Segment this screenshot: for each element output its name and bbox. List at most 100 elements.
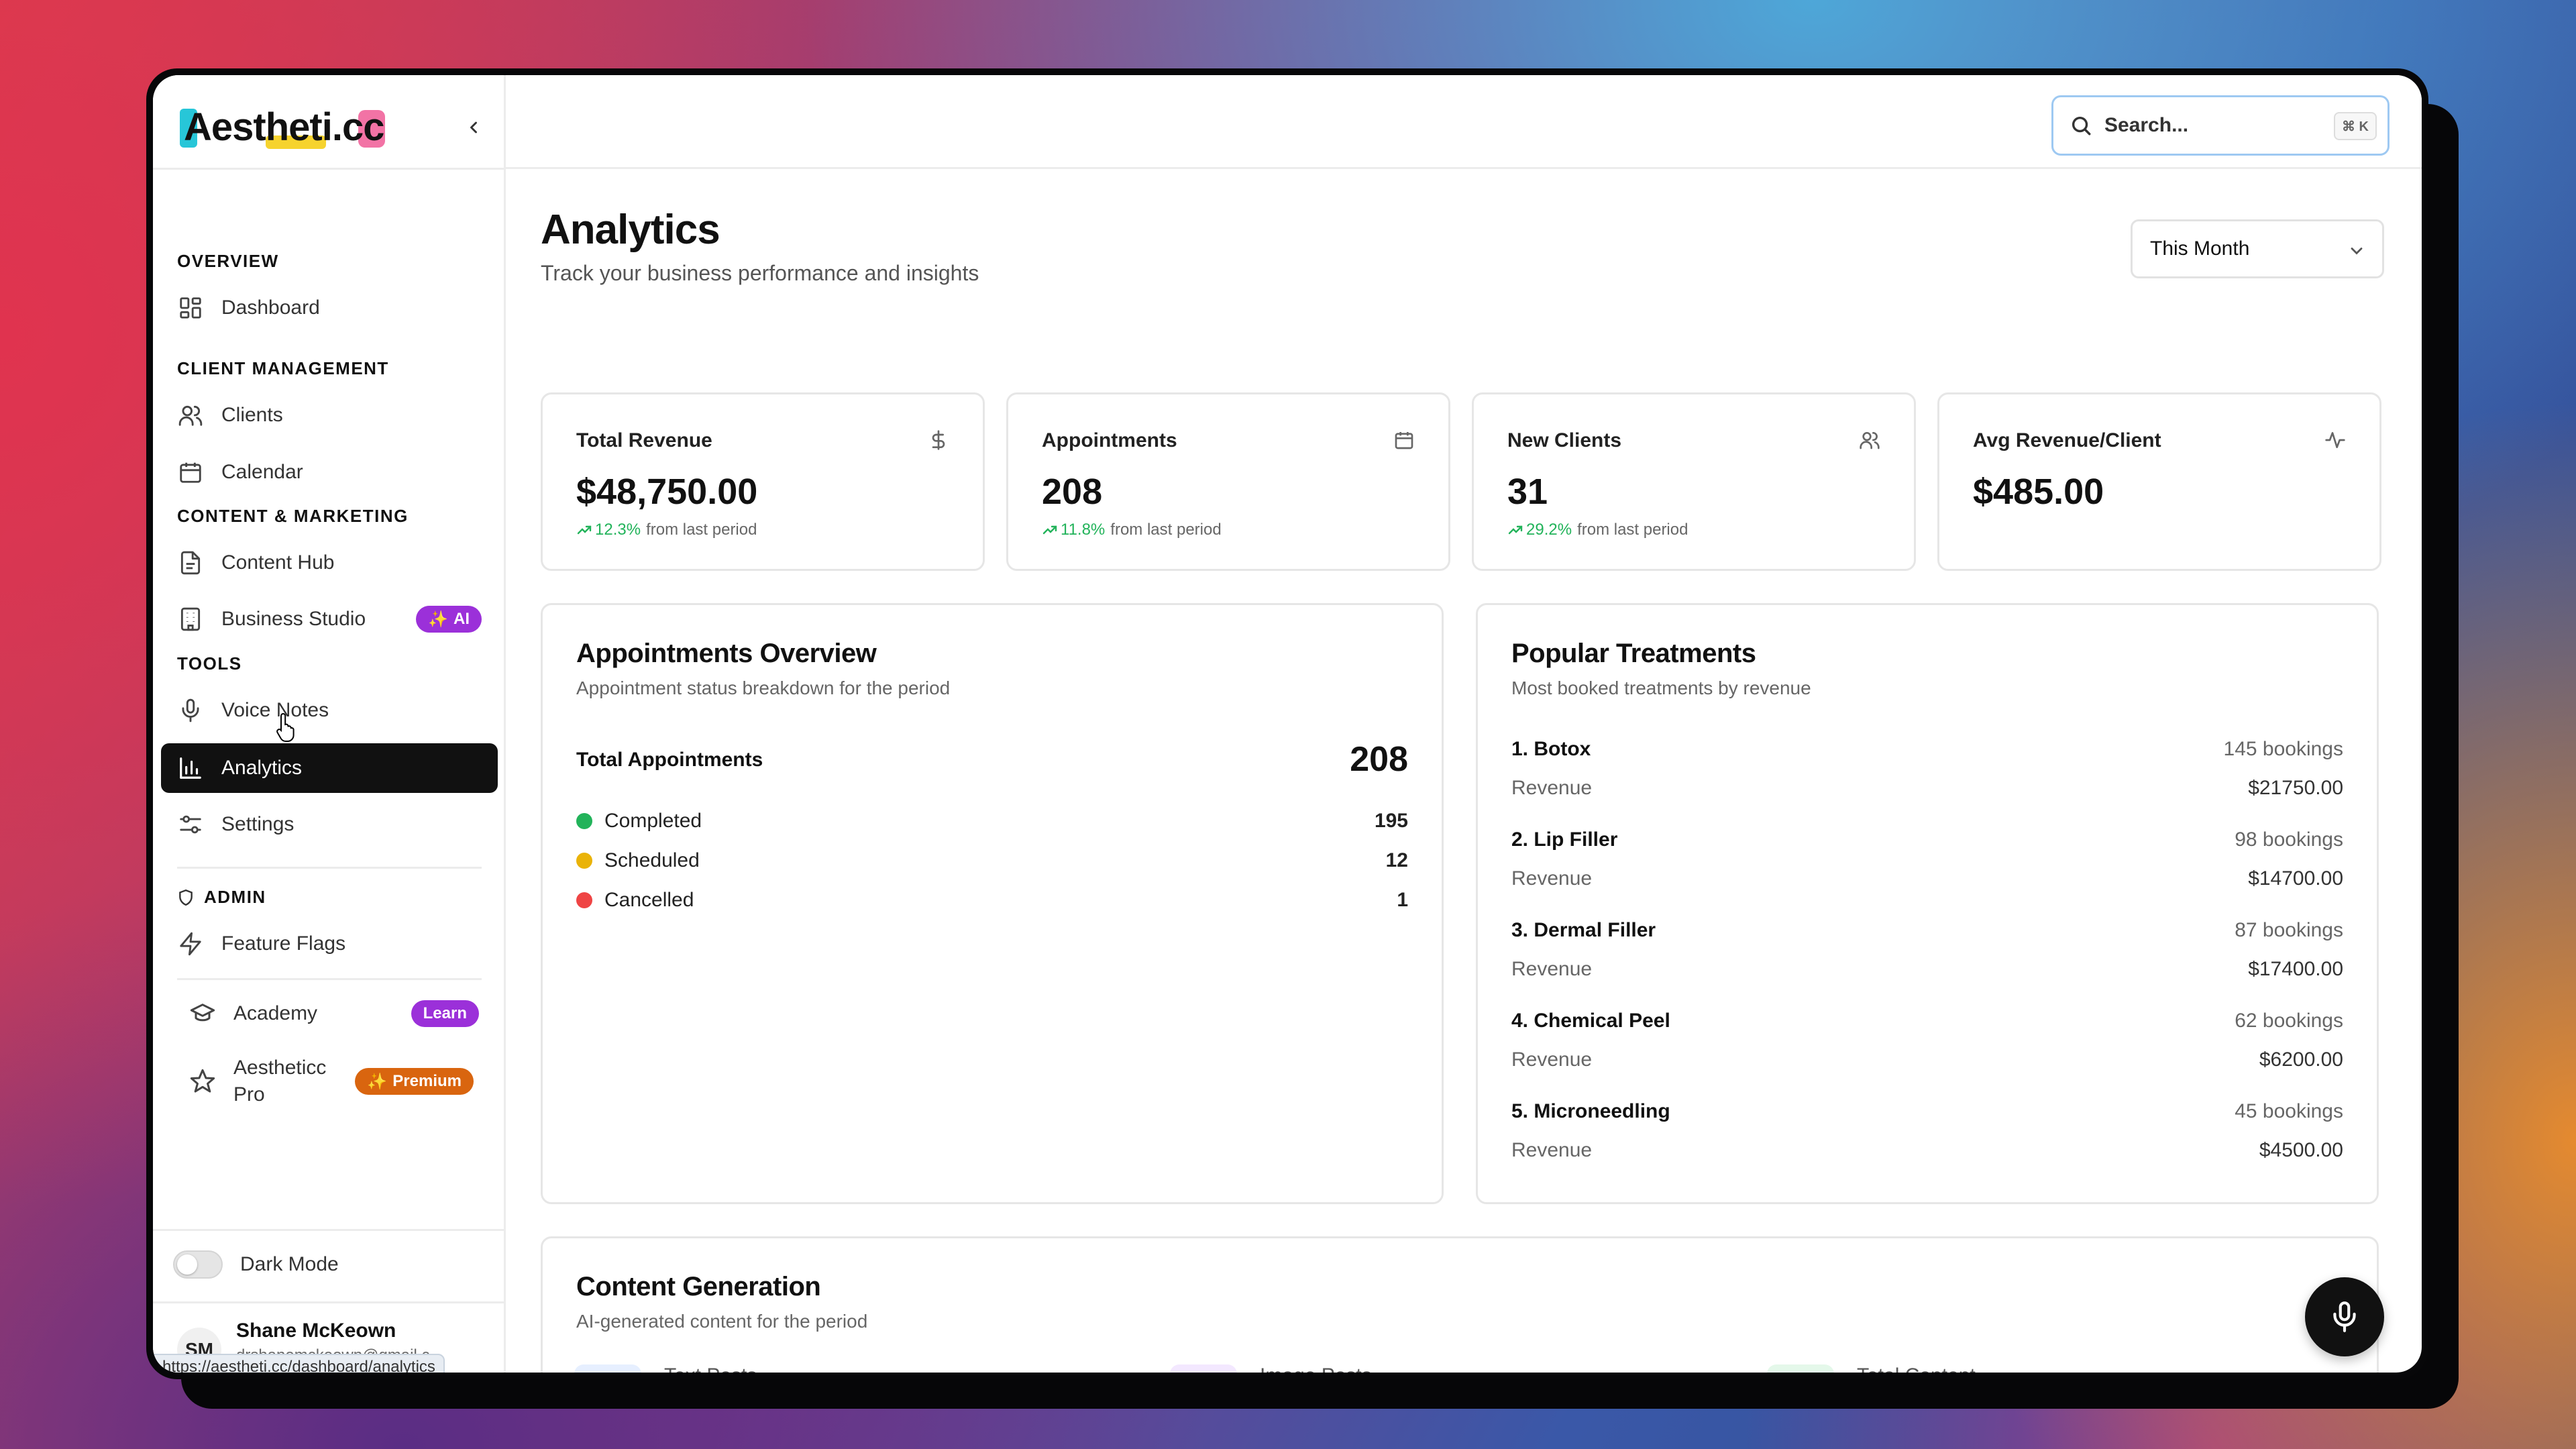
sidebar-item-feature-flags[interactable]: Feature Flags	[161, 919, 498, 969]
sliders-icon	[177, 811, 204, 838]
popular-treatments-card: Popular Treatments Most booked treatment…	[1476, 603, 2379, 1204]
panel-title: Content Generation	[576, 1272, 821, 1301]
total-appointments-label: Total Appointments	[576, 749, 763, 771]
browser-window: Aestheti.cc OVERVIEW Dashboard CLIENT MA…	[146, 68, 2428, 1379]
admin-label: ADMIN	[204, 887, 266, 907]
treatment-row: 1. Botox 145 bookings Revenue $21750.00	[1511, 738, 2343, 818]
status-dot	[576, 892, 592, 908]
status-count: 195	[1374, 810, 1408, 832]
status-count: 1	[1397, 889, 1408, 911]
status-dot	[576, 813, 592, 829]
sidebar-item-label: Settings	[221, 813, 294, 835]
stat-change: 12.3% from last period	[576, 521, 757, 539]
sidebar-item-content-hub[interactable]: Content Hub	[161, 538, 498, 588]
logo[interactable]: Aestheti.cc	[178, 101, 385, 154]
page-title: Analytics	[541, 207, 720, 253]
mic-icon	[177, 697, 204, 724]
treatment-revenue-label: Revenue	[1511, 867, 1593, 890]
stat-value: 31	[1507, 472, 1548, 512]
content-stat-label: Text Posts	[664, 1364, 757, 1373]
sidebar-item-business-studio[interactable]: Business Studio ✨ AI	[161, 594, 498, 644]
period-select-value: This Month	[2150, 237, 2250, 260]
voice-record-button[interactable]	[2305, 1277, 2384, 1356]
period-select[interactable]: This Month	[2131, 219, 2384, 278]
user-name: Shane McKeown	[236, 1320, 396, 1342]
sidebar-item-voice-notes[interactable]: Voice Notes	[161, 686, 498, 735]
treatment-name: 1. Botox	[1511, 738, 1591, 760]
sidebar-item-label: Clients	[221, 404, 283, 426]
activity-icon	[2325, 432, 2345, 448]
hand-cursor-icon	[276, 712, 294, 742]
treatment-row: 3. Dermal Filler 87 bookings Revenue $17…	[1511, 919, 2343, 1000]
calendar-icon	[177, 459, 204, 486]
chevron-left-icon	[470, 121, 477, 133]
treatment-bookings: 87 bookings	[2235, 919, 2343, 941]
sidebar-item-academy[interactable]: Academy Learn	[161, 989, 498, 1038]
sparkles-icon: ✨	[428, 610, 448, 629]
mic-icon	[2333, 1301, 2356, 1332]
logo-text: Aestheti.cc	[184, 105, 384, 149]
content-stat-label: Image Posts	[1260, 1364, 1372, 1373]
collapse-sidebar-button[interactable]	[460, 114, 487, 141]
sidebar-item-label: Calendar	[221, 461, 303, 483]
stat-change: 29.2% from last period	[1507, 521, 1688, 539]
sidebar-item-analytics[interactable]: Analytics	[161, 743, 498, 793]
sidebar-item-label: Dashboard	[221, 297, 320, 319]
trending-up-icon	[577, 525, 592, 535]
status-count: 12	[1385, 849, 1408, 871]
stat-label: New Clients	[1507, 429, 1622, 451]
section-label-tools: TOOLS	[177, 653, 242, 674]
status-row-scheduled: Scheduled 12	[576, 847, 1408, 874]
sidebar-separator	[177, 978, 482, 980]
users-icon	[1860, 432, 1880, 449]
status-row-completed: Completed 195	[576, 808, 1408, 835]
treatment-name: 3. Dermal Filler	[1511, 919, 1656, 941]
stat-card-new-clients: New Clients 31 29.2% from last period	[1472, 392, 1916, 571]
sidebar-divider	[153, 168, 504, 170]
dark-mode-label: Dark Mode	[240, 1253, 339, 1275]
stat-label: Appointments	[1042, 429, 1177, 451]
treatment-name: 5. Microneedling	[1511, 1100, 1670, 1122]
zap-icon	[177, 930, 204, 957]
trending-up-icon	[1508, 525, 1523, 535]
logo-row: Aestheti.cc	[178, 101, 487, 154]
section-label-overview: OVERVIEW	[177, 251, 279, 271]
chevron-down-icon	[2351, 248, 2363, 255]
sidebar-item-label: Feature Flags	[221, 932, 346, 955]
sidebar-item-label: Academy	[233, 1002, 318, 1024]
search-input[interactable]: Search... ⌘ K	[2051, 95, 2390, 156]
sidebar-item-settings[interactable]: Settings	[161, 800, 498, 849]
panel-title: Appointments Overview	[576, 639, 877, 668]
panel-subtitle: Most booked treatments by revenue	[1511, 678, 1811, 698]
treatment-revenue-value: $14700.00	[2248, 867, 2343, 890]
dark-mode-toggle[interactable]	[173, 1250, 223, 1279]
status-label: Scheduled	[604, 849, 700, 871]
content-generation-card: Content Generation AI-generated content …	[541, 1236, 2379, 1373]
shield-icon	[179, 889, 193, 906]
treatment-bookings: 45 bookings	[2235, 1100, 2343, 1122]
search-icon	[2072, 116, 2091, 136]
building-icon	[177, 606, 204, 633]
search-shortcut: ⌘ K	[2334, 112, 2377, 140]
stat-change-suffix: from last period	[1110, 521, 1222, 539]
sidebar-item-label: Business Studio	[221, 608, 366, 630]
sidebar-item-dashboard[interactable]: Dashboard	[161, 283, 498, 333]
panel-subtitle: Appointment status breakdown for the per…	[576, 678, 951, 698]
sidebar-item-clients[interactable]: Clients	[161, 390, 498, 440]
treatment-bookings: 145 bookings	[2223, 738, 2343, 760]
stat-change-percent: 29.2%	[1526, 521, 1572, 539]
treatment-revenue-value: $17400.00	[2248, 958, 2343, 980]
sidebar-item-aesthetic-pro[interactable]: Aestheticc Pro ✨ Premium	[161, 1048, 498, 1115]
sparkles-icon: ✨	[367, 1072, 388, 1091]
stat-card-avg-revenue: Avg Revenue/Client $485.00	[1937, 392, 2381, 571]
treatment-bookings: 98 bookings	[2235, 828, 2343, 851]
sidebar-item-label: Aestheticc Pro	[233, 1057, 327, 1106]
sidebar-divider	[153, 1301, 504, 1303]
image-icon	[1170, 1364, 1237, 1373]
stat-value: 208	[1042, 472, 1103, 512]
sidebar-item-calendar[interactable]: Calendar	[161, 447, 498, 497]
section-label-client-management: CLIENT MANAGEMENT	[177, 358, 389, 378]
dark-mode-toggle-row: Dark Mode	[173, 1250, 339, 1279]
treatment-name: 4. Chemical Peel	[1511, 1010, 1670, 1032]
treatment-revenue-value: $4500.00	[2259, 1139, 2343, 1161]
